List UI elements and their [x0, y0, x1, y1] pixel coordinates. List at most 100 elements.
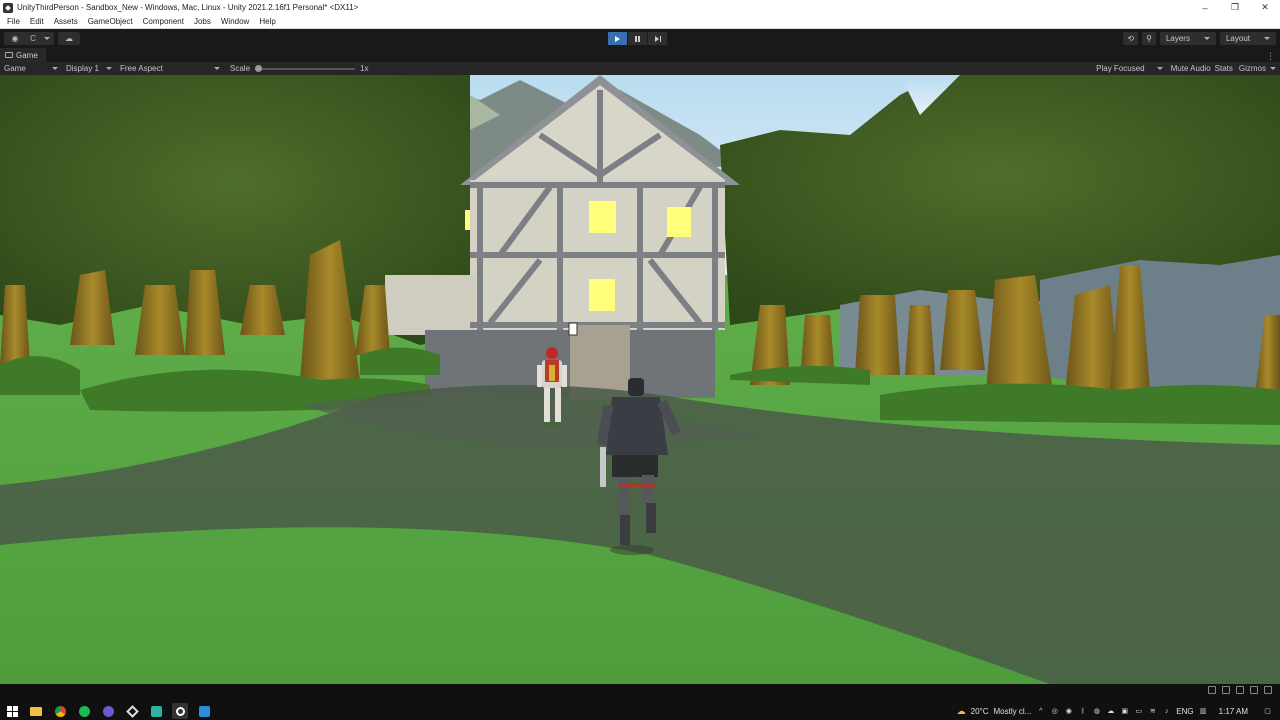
menu-assets[interactable]: Assets: [49, 17, 83, 26]
lit-window: [465, 210, 470, 230]
stats-button[interactable]: Stats: [1215, 64, 1233, 73]
overlay-icon[interactable]: [1222, 686, 1230, 694]
unity-hub-icon[interactable]: [124, 703, 140, 719]
weather-icon: ☁: [956, 705, 966, 716]
spotify-icon[interactable]: [76, 703, 92, 719]
game-view-toolbar: Game Display 1 Free Aspect Scale 1x Play…: [0, 62, 1280, 75]
mode-dropdown[interactable]: Game: [0, 62, 62, 75]
pinned-apps: [4, 703, 212, 719]
history-button[interactable]: ⟲: [1123, 32, 1139, 45]
layout-dropdown[interactable]: Layout: [1219, 32, 1276, 45]
display-dropdown[interactable]: Display 1: [62, 62, 116, 75]
lantern: [568, 322, 578, 336]
tray-app-icon[interactable]: ◍: [1092, 707, 1101, 716]
lit-window: [667, 207, 691, 237]
menu-jobs[interactable]: Jobs: [189, 17, 216, 26]
language-indicator[interactable]: ENG: [1176, 707, 1193, 716]
menu-edit[interactable]: Edit: [25, 17, 49, 26]
lit-window: [589, 201, 616, 233]
cloud-button[interactable]: ☁: [58, 32, 80, 45]
visual-studio-code-icon[interactable]: [196, 703, 212, 719]
wifi-icon[interactable]: ≋: [1148, 707, 1157, 716]
chevron-down-icon: [1264, 37, 1270, 40]
tray-app-icon[interactable]: ◎: [1050, 707, 1059, 716]
menu-component[interactable]: Component: [138, 17, 189, 26]
windows-logo-icon: [6, 705, 18, 717]
account-label: C: [30, 34, 36, 43]
layout-label: Layout: [1225, 34, 1250, 43]
app-icon-teal[interactable]: [148, 703, 164, 719]
chevron-down-icon: [214, 67, 220, 70]
game-scene: [0, 75, 1280, 684]
step-icon: [654, 35, 661, 42]
layers-dropdown[interactable]: Layers: [1159, 32, 1216, 45]
menu-gameobject[interactable]: GameObject: [83, 17, 138, 26]
step-button[interactable]: [648, 32, 668, 45]
tray-app-icon[interactable]: ▣: [1120, 707, 1129, 716]
lit-window: [589, 279, 615, 311]
play-button[interactable]: [608, 32, 628, 45]
close-button[interactable]: ✕: [1250, 0, 1280, 15]
window-title: UnityThirdPerson - Sandbox_New - Windows…: [17, 3, 359, 12]
taskbar: ☁ 20°C Mostly cl... ^ ◎ ◉ ᛒ ◍ ☁ ▣ ▭ ≋ ♪ …: [0, 684, 1280, 720]
pause-icon: [635, 35, 640, 42]
scale-slider-thumb[interactable]: [255, 64, 263, 72]
volume-icon[interactable]: ♪: [1162, 707, 1171, 716]
file-explorer-icon[interactable]: [28, 703, 44, 719]
tab-game[interactable]: Game: [0, 48, 46, 62]
network-icon[interactable]: ▭: [1134, 707, 1143, 716]
layers-label: Layers: [1165, 34, 1190, 43]
main-toolbar: ◉ C ☁ ⟲ ⚲ Layers Layout: [0, 29, 1280, 48]
tray-app-icon[interactable]: ▥: [1199, 707, 1208, 716]
chevron-down-icon: [52, 67, 58, 70]
overlay-icon[interactable]: [1264, 686, 1272, 694]
restore-button[interactable]: ❐: [1220, 0, 1250, 15]
account-dropdown[interactable]: ◉ C: [4, 32, 54, 45]
play-focused-dropdown[interactable]: Play Focused: [1092, 62, 1166, 75]
kebab-menu-icon[interactable]: ⋮: [1266, 51, 1275, 62]
scale-label: Scale: [230, 64, 251, 73]
account-icon: ◉: [11, 34, 19, 43]
chevron-down-icon: [1270, 67, 1276, 70]
pause-button[interactable]: [628, 32, 648, 45]
overlay-icon[interactable]: [1208, 686, 1216, 694]
bluetooth-icon[interactable]: ᛒ: [1078, 707, 1087, 716]
weather-desc[interactable]: Mostly cl...: [994, 707, 1032, 716]
menu-window[interactable]: Window: [216, 17, 254, 26]
overlay-icon[interactable]: [1236, 686, 1244, 694]
mute-audio-button[interactable]: Mute Audio: [1171, 64, 1211, 73]
title-bar: UnityThirdPerson - Sandbox_New - Windows…: [0, 0, 1280, 15]
menu-help[interactable]: Help: [254, 17, 280, 26]
overlay-icon[interactable]: [1250, 686, 1258, 694]
chevron-down-icon: [1203, 37, 1210, 40]
gizmos-dropdown[interactable]: Gizmos: [1237, 62, 1278, 75]
search-icon: ⚲: [1146, 34, 1152, 43]
unity-editor-icon[interactable]: [172, 703, 188, 719]
obs-icon[interactable]: [100, 703, 116, 719]
history-icon: ⟲: [1127, 34, 1135, 43]
game-view-options: Play Focused Mute Audio Stats Gizmos: [1092, 62, 1278, 75]
cloud-icon[interactable]: ☁: [1106, 707, 1115, 716]
tray-app-icon[interactable]: ◉: [1064, 707, 1073, 716]
menu-file[interactable]: File: [2, 17, 25, 26]
toolbar-right: ⟲ ⚲ Layers Layout: [1123, 32, 1276, 45]
chrome-icon[interactable]: [52, 703, 68, 719]
scale-slider[interactable]: [255, 64, 356, 72]
search-button[interactable]: ⚲: [1142, 32, 1156, 45]
chevron-up-icon[interactable]: ^: [1036, 707, 1045, 716]
cloud-icon: ☁: [65, 34, 73, 43]
minimize-button[interactable]: –: [1190, 0, 1220, 15]
menu-bar: File Edit Assets GameObject Component Jo…: [0, 15, 1280, 29]
chevron-down-icon: [44, 37, 50, 40]
weather-temp[interactable]: 20°C: [971, 707, 989, 716]
play-icon: [615, 35, 620, 42]
tab-game-label: Game: [16, 50, 38, 60]
notification-icon[interactable]: ▢: [1263, 707, 1272, 716]
clock[interactable]: 1:17 AM: [1219, 707, 1248, 716]
tab-bar: Game ⋮: [0, 48, 1280, 62]
window-controls: – ❐ ✕: [1190, 0, 1280, 15]
game-view[interactable]: [0, 75, 1280, 684]
game-controller-icon: [5, 52, 13, 58]
aspect-dropdown[interactable]: Free Aspect: [116, 62, 224, 75]
start-button[interactable]: [4, 703, 20, 719]
